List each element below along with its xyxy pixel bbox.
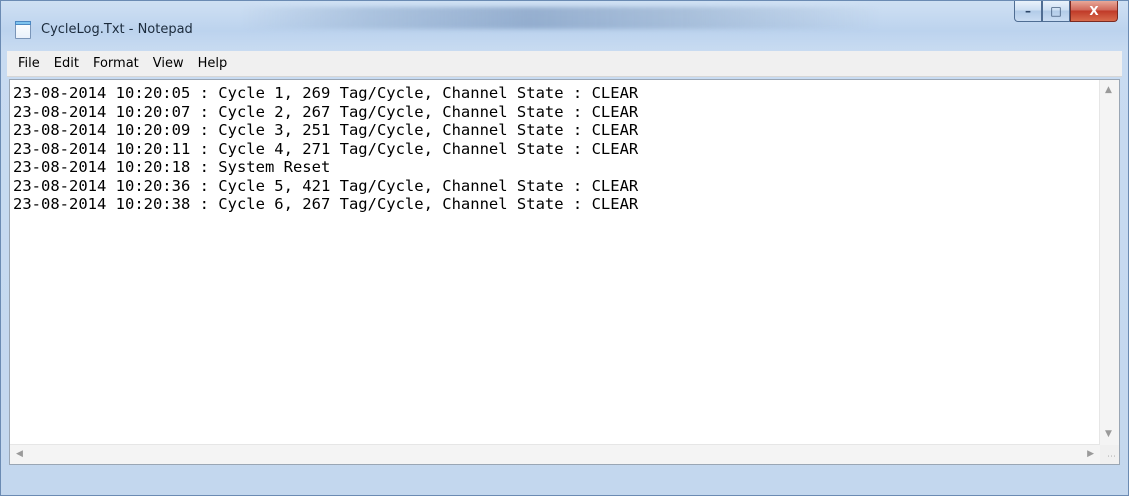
title-bar[interactable]: CycleLog.Txt - Notepad – □ X	[1, 1, 1128, 45]
text-editor[interactable]: 23-08-2014 10:20:05 : Cycle 1, 269 Tag/C…	[9, 79, 1120, 465]
horizontal-scrollbar[interactable]: ◀ ▶	[10, 444, 1100, 464]
close-icon: X	[1089, 4, 1099, 18]
menu-bar: File Edit Format View Help	[7, 51, 1122, 77]
window-title: CycleLog.Txt - Notepad	[41, 22, 193, 37]
text-line: 23-08-2014 10:20:09 : Cycle 3, 251 Tag/C…	[13, 121, 639, 139]
menu-view[interactable]: View	[146, 56, 191, 71]
notepad-window: CycleLog.Txt - Notepad – □ X File Edit F…	[0, 0, 1129, 496]
text-line: 23-08-2014 10:20:07 : Cycle 2, 267 Tag/C…	[13, 102, 639, 121]
scroll-up-arrow-icon[interactable]: ▲	[1105, 86, 1112, 95]
maximize-icon: □	[1050, 4, 1062, 18]
minimize-button[interactable]: –	[1014, 1, 1042, 22]
title-bar-glass-effect	[241, 7, 881, 29]
scroll-down-arrow-icon[interactable]: ▼	[1105, 430, 1112, 439]
maximize-button[interactable]: □	[1042, 1, 1070, 22]
notepad-document-icon[interactable]	[15, 21, 31, 39]
menu-format[interactable]: Format	[86, 56, 146, 71]
menu-help[interactable]: Help	[191, 56, 235, 71]
text-line: 23-08-2014 10:20:18 : System Reset	[13, 158, 331, 176]
caption-buttons: – □ X	[1014, 1, 1118, 23]
scrollbar-corner: ⋯	[1100, 445, 1119, 464]
document-text[interactable]: 23-08-2014 10:20:05 : Cycle 1, 269 Tag/C…	[13, 84, 1097, 444]
size-grip-icon[interactable]: ⋯	[1107, 452, 1116, 462]
close-button[interactable]: X	[1070, 1, 1118, 22]
text-line: 23-08-2014 10:20:11 : Cycle 4, 271 Tag/C…	[13, 139, 639, 158]
text-line: 23-08-2014 10:20:38 : Cycle 6, 267 Tag/C…	[13, 195, 639, 213]
minimize-icon: –	[1025, 4, 1031, 18]
scroll-right-arrow-icon[interactable]: ▶	[1087, 450, 1094, 459]
menu-file[interactable]: File	[11, 56, 47, 71]
text-line: 23-08-2014 10:20:05 : Cycle 1, 269 Tag/C…	[13, 84, 639, 102]
vertical-scrollbar[interactable]: ▲ ▼	[1099, 80, 1119, 445]
scroll-left-arrow-icon[interactable]: ◀	[16, 450, 23, 459]
menu-edit[interactable]: Edit	[47, 56, 86, 71]
text-line: 23-08-2014 10:20:36 : Cycle 5, 421 Tag/C…	[13, 176, 639, 195]
